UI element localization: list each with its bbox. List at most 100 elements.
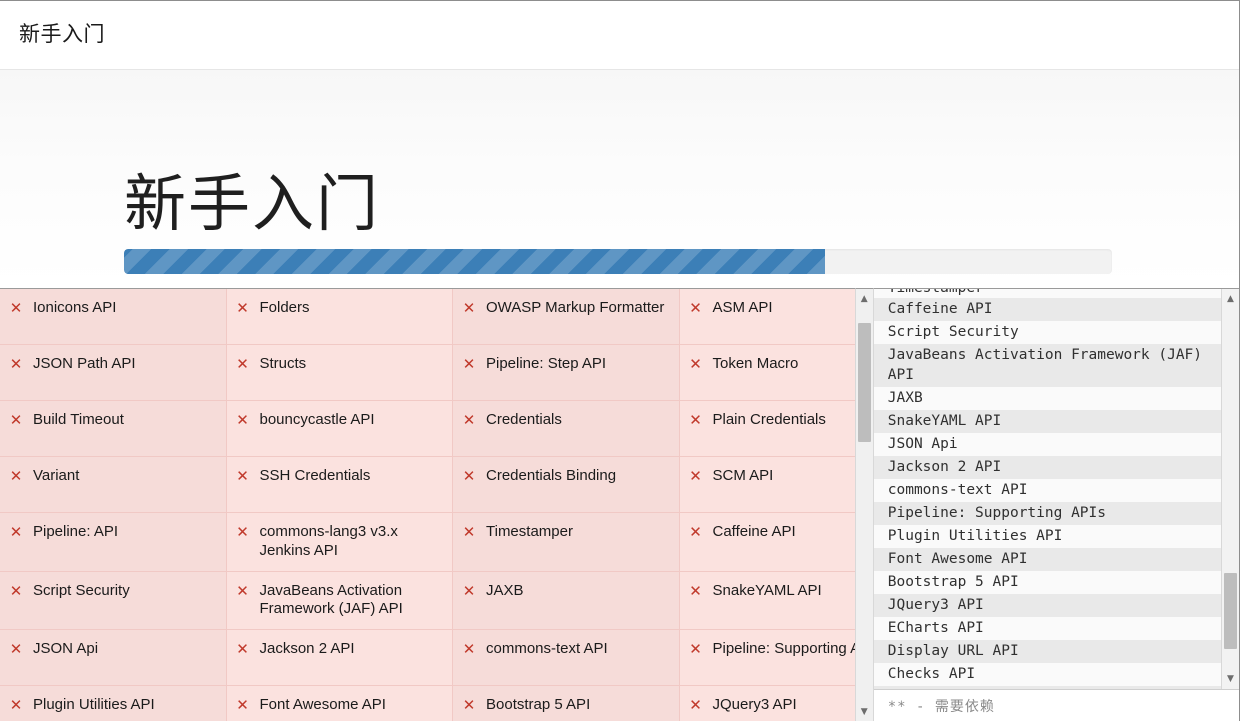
close-icon[interactable]: ✕: [462, 467, 476, 486]
plugin-cell[interactable]: ✕ Build Timeout: [0, 401, 227, 457]
plugin-cell[interactable]: ✕ bouncycastle API: [226, 401, 453, 457]
plugin-cell[interactable]: ✕ SCM API: [679, 457, 855, 513]
close-icon[interactable]: ✕: [689, 355, 703, 374]
plugin-cell[interactable]: ✕ OWASP Markup Formatter: [453, 289, 680, 345]
plugin-cell[interactable]: ✕ Ionicons API: [0, 289, 227, 345]
plugin-cell[interactable]: ✕ commons-text API: [453, 630, 680, 686]
close-icon[interactable]: ✕: [689, 582, 703, 601]
plugin-grid-pane: ✕ Ionicons API ✕ Folders ✕ OWASP Markup Forma…: [0, 288, 855, 721]
scroll-down-icon[interactable]: ▼: [856, 704, 873, 720]
close-icon[interactable]: ✕: [462, 299, 476, 318]
plugin-cell[interactable]: ✕ Variant: [0, 457, 227, 513]
scrollbar-thumb[interactable]: [857, 322, 871, 442]
plugin-cell[interactable]: ✕ commons-lang3 v3.x Jenkins API: [226, 513, 453, 572]
close-icon[interactable]: ✕: [689, 299, 703, 318]
plugin-cell[interactable]: ✕ Credentials: [453, 401, 680, 457]
plugin-name: Build Timeout: [33, 411, 124, 428]
dependency-item: JAXB: [873, 387, 1221, 410]
plugin-cell[interactable]: ✕ Plugin Utilities API: [0, 686, 227, 721]
plugin-grid-scrollbar[interactable]: ▲ ▼: [854, 288, 874, 721]
plugin-name: Plain Credentials: [712, 411, 826, 428]
plugin-name: JSON Api: [33, 640, 99, 657]
plugin-name: SCM API: [712, 467, 774, 484]
close-icon[interactable]: ✕: [9, 582, 23, 601]
close-icon[interactable]: ✕: [689, 523, 703, 542]
close-icon[interactable]: ✕: [462, 696, 476, 715]
install-panes: ✕ Ionicons API ✕ Folders ✕ OWASP Markup Forma…: [0, 288, 1239, 721]
plugin-cell[interactable]: ✕ Script Security: [0, 571, 227, 630]
setup-hero: 新手入门: [0, 70, 1239, 287]
close-icon[interactable]: ✕: [236, 411, 250, 430]
close-icon[interactable]: ✕: [689, 411, 703, 430]
dependency-item: Jackson 2 API: [873, 456, 1221, 479]
plugin-cell[interactable]: ✕ Structs: [226, 345, 453, 401]
plugin-cell[interactable]: ✕ JavaBeans Activation Framework (JAF) AP…: [226, 571, 453, 630]
close-icon[interactable]: ✕: [9, 467, 23, 486]
close-icon[interactable]: ✕: [236, 523, 250, 542]
plugin-cell[interactable]: ✕ Plain Credentials: [679, 401, 855, 457]
plugin-cell[interactable]: ✕ Pipeline: API: [0, 513, 227, 572]
close-icon[interactable]: ✕: [462, 523, 476, 542]
dependency-item: Timestamper: [873, 289, 1221, 298]
dependency-legend-text: ** - 需要依赖: [887, 699, 995, 715]
plugin-cell[interactable]: ✕ JQuery3 API: [679, 686, 855, 721]
plugin-cell[interactable]: ✕ ASM API: [679, 289, 855, 345]
app-window: 新手入门 新手入门 ✕ Ionicons API ✕ Folders ✕ OWASP Ma…: [0, 0, 1240, 721]
close-icon[interactable]: ✕: [9, 299, 23, 318]
dependency-item-label: Timestamper: [888, 289, 1215, 298]
plugin-cell[interactable]: ✕ JSON Api: [0, 630, 227, 686]
close-icon[interactable]: ✕: [462, 411, 476, 430]
close-icon[interactable]: ✕: [236, 696, 250, 715]
close-icon[interactable]: ✕: [236, 582, 250, 601]
plugin-cell[interactable]: ✕ Credentials Binding: [453, 457, 680, 513]
close-icon[interactable]: ✕: [9, 696, 23, 715]
close-icon[interactable]: ✕: [236, 640, 250, 659]
plugin-cell[interactable]: ✕ Pipeline: Supporting APIs: [679, 630, 855, 686]
scroll-up-icon[interactable]: ▲: [856, 291, 873, 307]
dependency-item: JSON Api: [873, 433, 1221, 456]
plugin-cell[interactable]: ✕ Pipeline: Step API: [453, 345, 680, 401]
close-icon[interactable]: ✕: [9, 640, 23, 659]
plugin-cell[interactable]: ✕ Bootstrap 5 API: [453, 686, 680, 721]
scroll-down-icon[interactable]: ▼: [1222, 671, 1239, 687]
plugin-name: OWASP Markup Formatter: [486, 299, 665, 316]
plugin-cell[interactable]: ✕ JAXB: [453, 571, 680, 630]
plugin-cell[interactable]: ✕ Token Macro: [679, 345, 855, 401]
close-icon[interactable]: ✕: [9, 355, 23, 374]
plugin-cell[interactable]: ✕ Timestamper: [453, 513, 680, 572]
dependency-list-scrollbar[interactable]: ▲ ▼: [1221, 289, 1239, 689]
close-icon[interactable]: ✕: [462, 355, 476, 374]
plugin-cell[interactable]: ✕ Caffeine API: [679, 513, 855, 572]
close-icon[interactable]: ✕: [462, 640, 476, 659]
plugin-cell[interactable]: ✕ Folders: [226, 289, 453, 345]
scroll-up-icon[interactable]: ▲: [1222, 291, 1239, 307]
dependency-item: Checks API: [873, 663, 1221, 686]
plugin-cell[interactable]: ✕ SSH Credentials: [226, 457, 453, 513]
plugin-name: SnakeYAML API: [712, 581, 822, 599]
close-icon[interactable]: ✕: [236, 467, 250, 486]
close-icon[interactable]: ✕: [236, 355, 250, 374]
plugin-cell[interactable]: ✕ SnakeYAML API: [679, 571, 855, 630]
close-icon[interactable]: ✕: [236, 299, 250, 318]
close-icon[interactable]: ✕: [689, 467, 703, 486]
plugin-name: SSH Credentials: [259, 467, 371, 484]
plugin-cell[interactable]: ✕ JSON Path API: [0, 345, 227, 401]
dependency-item: Font Awesome API: [873, 548, 1221, 571]
plugin-cell[interactable]: ✕ Jackson 2 API: [226, 630, 453, 686]
plugin-name: Pipeline: Supporting APIs: [712, 640, 855, 657]
plugin-name: Credentials Binding: [486, 467, 617, 484]
dependency-item: Script Security: [873, 321, 1221, 344]
plugin-grid: ✕ Ionicons API ✕ Folders ✕ OWASP Markup Forma…: [0, 289, 855, 721]
plugin-name: commons-text API: [486, 640, 608, 657]
plugin-cell[interactable]: ✕ Font Awesome API: [226, 686, 453, 721]
close-icon[interactable]: ✕: [689, 696, 703, 715]
close-icon[interactable]: ✕: [462, 582, 476, 601]
scrollbar-thumb[interactable]: [1224, 572, 1237, 650]
close-icon[interactable]: ✕: [689, 640, 703, 659]
close-icon[interactable]: ✕: [9, 523, 23, 542]
page-title: 新手入门: [124, 169, 381, 239]
plugin-name: Ionicons API: [33, 299, 117, 316]
plugin-name: JQuery3 API: [712, 696, 797, 713]
close-icon[interactable]: ✕: [9, 411, 23, 430]
plugin-name: Token Macro: [712, 355, 799, 372]
